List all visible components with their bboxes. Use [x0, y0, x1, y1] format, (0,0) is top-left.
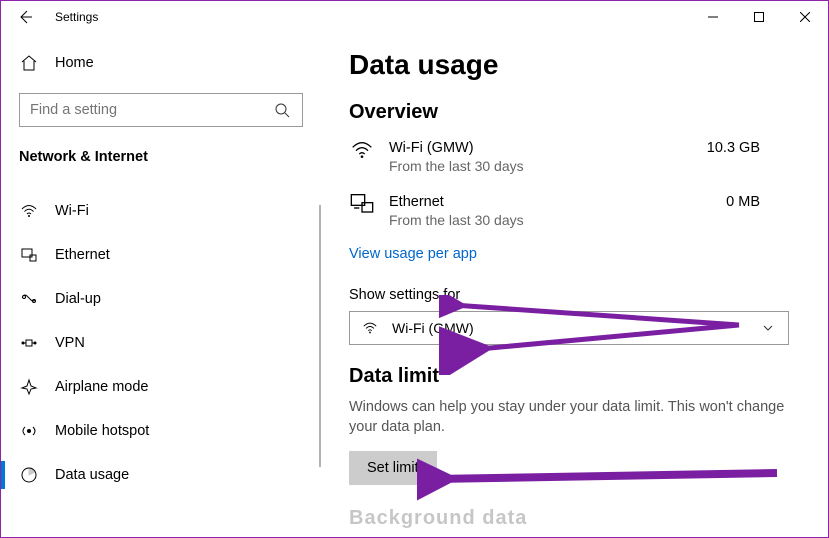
- nav-label: Mobile hotspot: [55, 423, 149, 439]
- sidebar-item-dialup[interactable]: Dial-up: [1, 277, 321, 321]
- sidebar-item-vpn[interactable]: VPN: [1, 321, 321, 365]
- overview-value: 0 MB: [726, 194, 800, 210]
- sidebar: Home Network & Internet Wi-Fi Ethernet D…: [1, 33, 321, 537]
- overview-name: Ethernet: [389, 194, 524, 210]
- minimize-button[interactable]: [690, 1, 736, 33]
- overview-sub: From the last 30 days: [389, 212, 524, 228]
- home-nav[interactable]: Home: [19, 41, 303, 85]
- search-box[interactable]: [19, 93, 303, 127]
- category-title: Network & Internet: [19, 149, 303, 165]
- sidebar-item-hotspot[interactable]: Mobile hotspot: [1, 409, 321, 453]
- back-button[interactable]: [1, 1, 49, 33]
- overview-heading: Overview: [349, 101, 800, 124]
- home-label: Home: [55, 55, 94, 71]
- overview-sub: From the last 30 days: [389, 158, 524, 174]
- sidebar-item-wifi[interactable]: Wi-Fi: [1, 189, 321, 233]
- vpn-icon: [19, 333, 39, 353]
- wifi-icon: [349, 140, 375, 160]
- nav-label: Wi-Fi: [55, 203, 89, 219]
- search-icon: [272, 100, 292, 120]
- page-title: Data usage: [349, 49, 800, 81]
- overview-row-ethernet: Ethernet From the last 30 days 0 MB: [349, 188, 800, 242]
- close-button[interactable]: [782, 1, 828, 33]
- overview-value: 10.3 GB: [707, 140, 800, 156]
- overview-row-wifi: Wi-Fi (GMW) From the last 30 days 10.3 G…: [349, 134, 800, 188]
- ethernet-icon: [349, 194, 375, 214]
- window-controls: [690, 1, 828, 33]
- set-limit-button[interactable]: Set limit: [349, 451, 437, 485]
- nav-label: Data usage: [55, 467, 129, 483]
- ethernet-icon: [19, 245, 39, 265]
- annotation-arrow: [417, 453, 787, 503]
- dropdown-value: Wi-Fi (GMW): [392, 320, 474, 336]
- view-usage-link[interactable]: View usage per app: [349, 246, 477, 262]
- show-settings-label: Show settings for: [349, 287, 800, 303]
- wifi-icon: [19, 201, 39, 221]
- sidebar-item-airplane[interactable]: Airplane mode: [1, 365, 321, 409]
- nav-label: VPN: [55, 335, 85, 351]
- window-title: Settings: [55, 10, 98, 24]
- sidebar-item-ethernet[interactable]: Ethernet: [1, 233, 321, 277]
- datausage-icon: [19, 465, 39, 485]
- background-data-heading: Back​ground data: [349, 507, 800, 530]
- overview-name: Wi-Fi (GMW): [389, 140, 524, 156]
- maximize-button[interactable]: [736, 1, 782, 33]
- nav-label: Airplane mode: [55, 379, 149, 395]
- wifi-icon: [360, 318, 380, 338]
- data-limit-description: Windows can help you stay under your dat…: [349, 398, 789, 437]
- airplane-icon: [19, 377, 39, 397]
- data-limit-heading: Data limit: [349, 365, 800, 388]
- titlebar: Settings: [1, 1, 828, 33]
- dialup-icon: [19, 289, 39, 309]
- show-settings-dropdown[interactable]: Wi-Fi (GMW): [349, 311, 789, 345]
- search-input[interactable]: [30, 102, 270, 118]
- hotspot-icon: [19, 421, 39, 441]
- nav-label: Dial-up: [55, 291, 101, 307]
- chevron-down-icon: [758, 318, 778, 338]
- nav-label: Ethernet: [55, 247, 110, 263]
- home-icon: [19, 53, 39, 73]
- main-content: Data usage Overview Wi-Fi (GMW) From the…: [321, 33, 828, 537]
- sidebar-item-datausage[interactable]: Data usage: [1, 453, 321, 497]
